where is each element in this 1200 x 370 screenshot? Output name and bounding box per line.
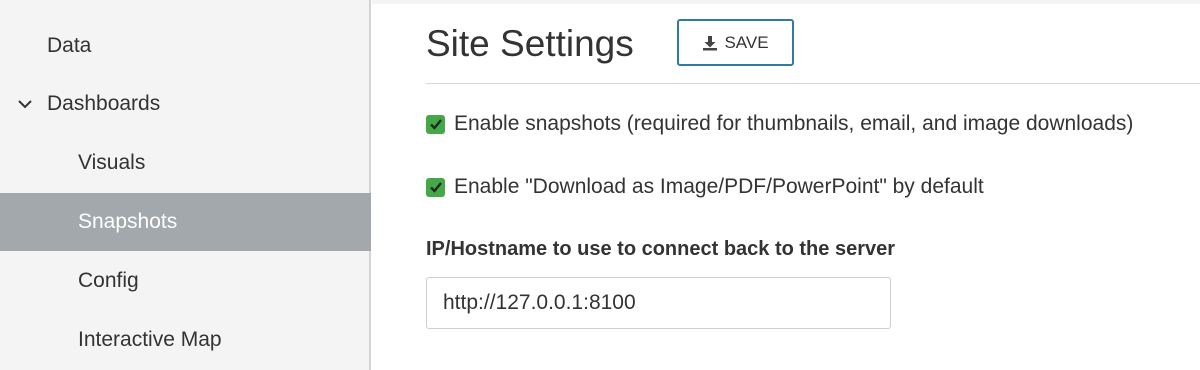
page-title: Site Settings bbox=[426, 23, 634, 64]
enable-snapshots-checkbox[interactable] bbox=[426, 114, 445, 134]
enable-download-checkbox[interactable] bbox=[426, 177, 445, 197]
sidebar: Data Dashboards Visuals Snapshots Config… bbox=[0, 0, 371, 370]
sidebar-item-data[interactable]: Data bbox=[0, 17, 371, 75]
checkmark-icon bbox=[429, 119, 442, 130]
sidebar-item-dashboards[interactable]: Dashboards bbox=[0, 75, 371, 133]
app-window: Data Dashboards Visuals Snapshots Config… bbox=[0, 0, 1200, 370]
sidebar-item-interactive-map[interactable]: Interactive Map bbox=[0, 311, 371, 369]
hostname-label: IP/Hostname to use to connect back to th… bbox=[426, 238, 896, 260]
header-divider bbox=[426, 83, 1200, 84]
hostname-input[interactable] bbox=[426, 277, 891, 329]
sidebar-item-visuals[interactable]: Visuals bbox=[0, 134, 371, 192]
sidebar-item-label: Interactive Map bbox=[78, 328, 222, 351]
save-button-label: SAVE bbox=[724, 32, 769, 52]
sidebar-item-label: Config bbox=[78, 269, 139, 292]
enable-snapshots-label: Enable snapshots (required for thumbnail… bbox=[454, 112, 1134, 135]
sidebar-item-config[interactable]: Config bbox=[0, 252, 371, 310]
sidebar-item-label: Snapshots bbox=[78, 210, 178, 233]
sidebar-item-snapshots[interactable]: Snapshots bbox=[0, 193, 371, 251]
top-strip bbox=[372, 0, 1200, 4]
chevron-down-icon[interactable] bbox=[17, 75, 37, 133]
save-button[interactable]: SAVE bbox=[677, 19, 794, 66]
checkmark-icon bbox=[429, 182, 442, 193]
sidebar-item-label: Data bbox=[47, 34, 92, 57]
enable-snapshots-row: Enable snapshots (required for thumbnail… bbox=[426, 111, 1133, 137]
sidebar-item-label: Visuals bbox=[78, 151, 146, 174]
download-icon bbox=[702, 35, 718, 51]
enable-download-label: Enable "Download as Image/PDF/PowerPoint… bbox=[454, 175, 984, 198]
enable-download-row: Enable "Download as Image/PDF/PowerPoint… bbox=[426, 174, 984, 200]
main-content: Site Settings SAVE Enable snapshots (req… bbox=[372, 0, 1200, 370]
sidebar-item-label: Dashboards bbox=[47, 92, 161, 115]
